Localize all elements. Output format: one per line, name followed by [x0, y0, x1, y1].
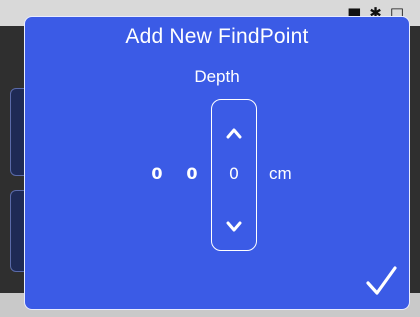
depth-units-spinner: 0 [211, 99, 257, 251]
add-findpoint-dialog: Add New FindPoint Depth 0 0 0 cm [24, 16, 410, 310]
chevron-down-icon [226, 221, 242, 232]
checkmark-icon [366, 266, 397, 295]
depth-unit-label: cm [269, 164, 292, 183]
depth-digit-hundreds[interactable]: 0 [147, 164, 167, 183]
increment-button[interactable] [212, 118, 256, 148]
confirm-button[interactable] [363, 263, 399, 299]
depth-units-value: 0 [228, 164, 240, 183]
depth-digit-tens[interactable]: 0 [182, 164, 202, 183]
chevron-up-icon [226, 128, 242, 139]
dialog-title: Add New FindPoint [125, 25, 309, 48]
depth-label: Depth [194, 67, 240, 86]
app-screen: ■✱□ Add New FindPoint Depth 0 0 0 cm [0, 0, 420, 317]
decrement-button[interactable] [212, 212, 256, 242]
